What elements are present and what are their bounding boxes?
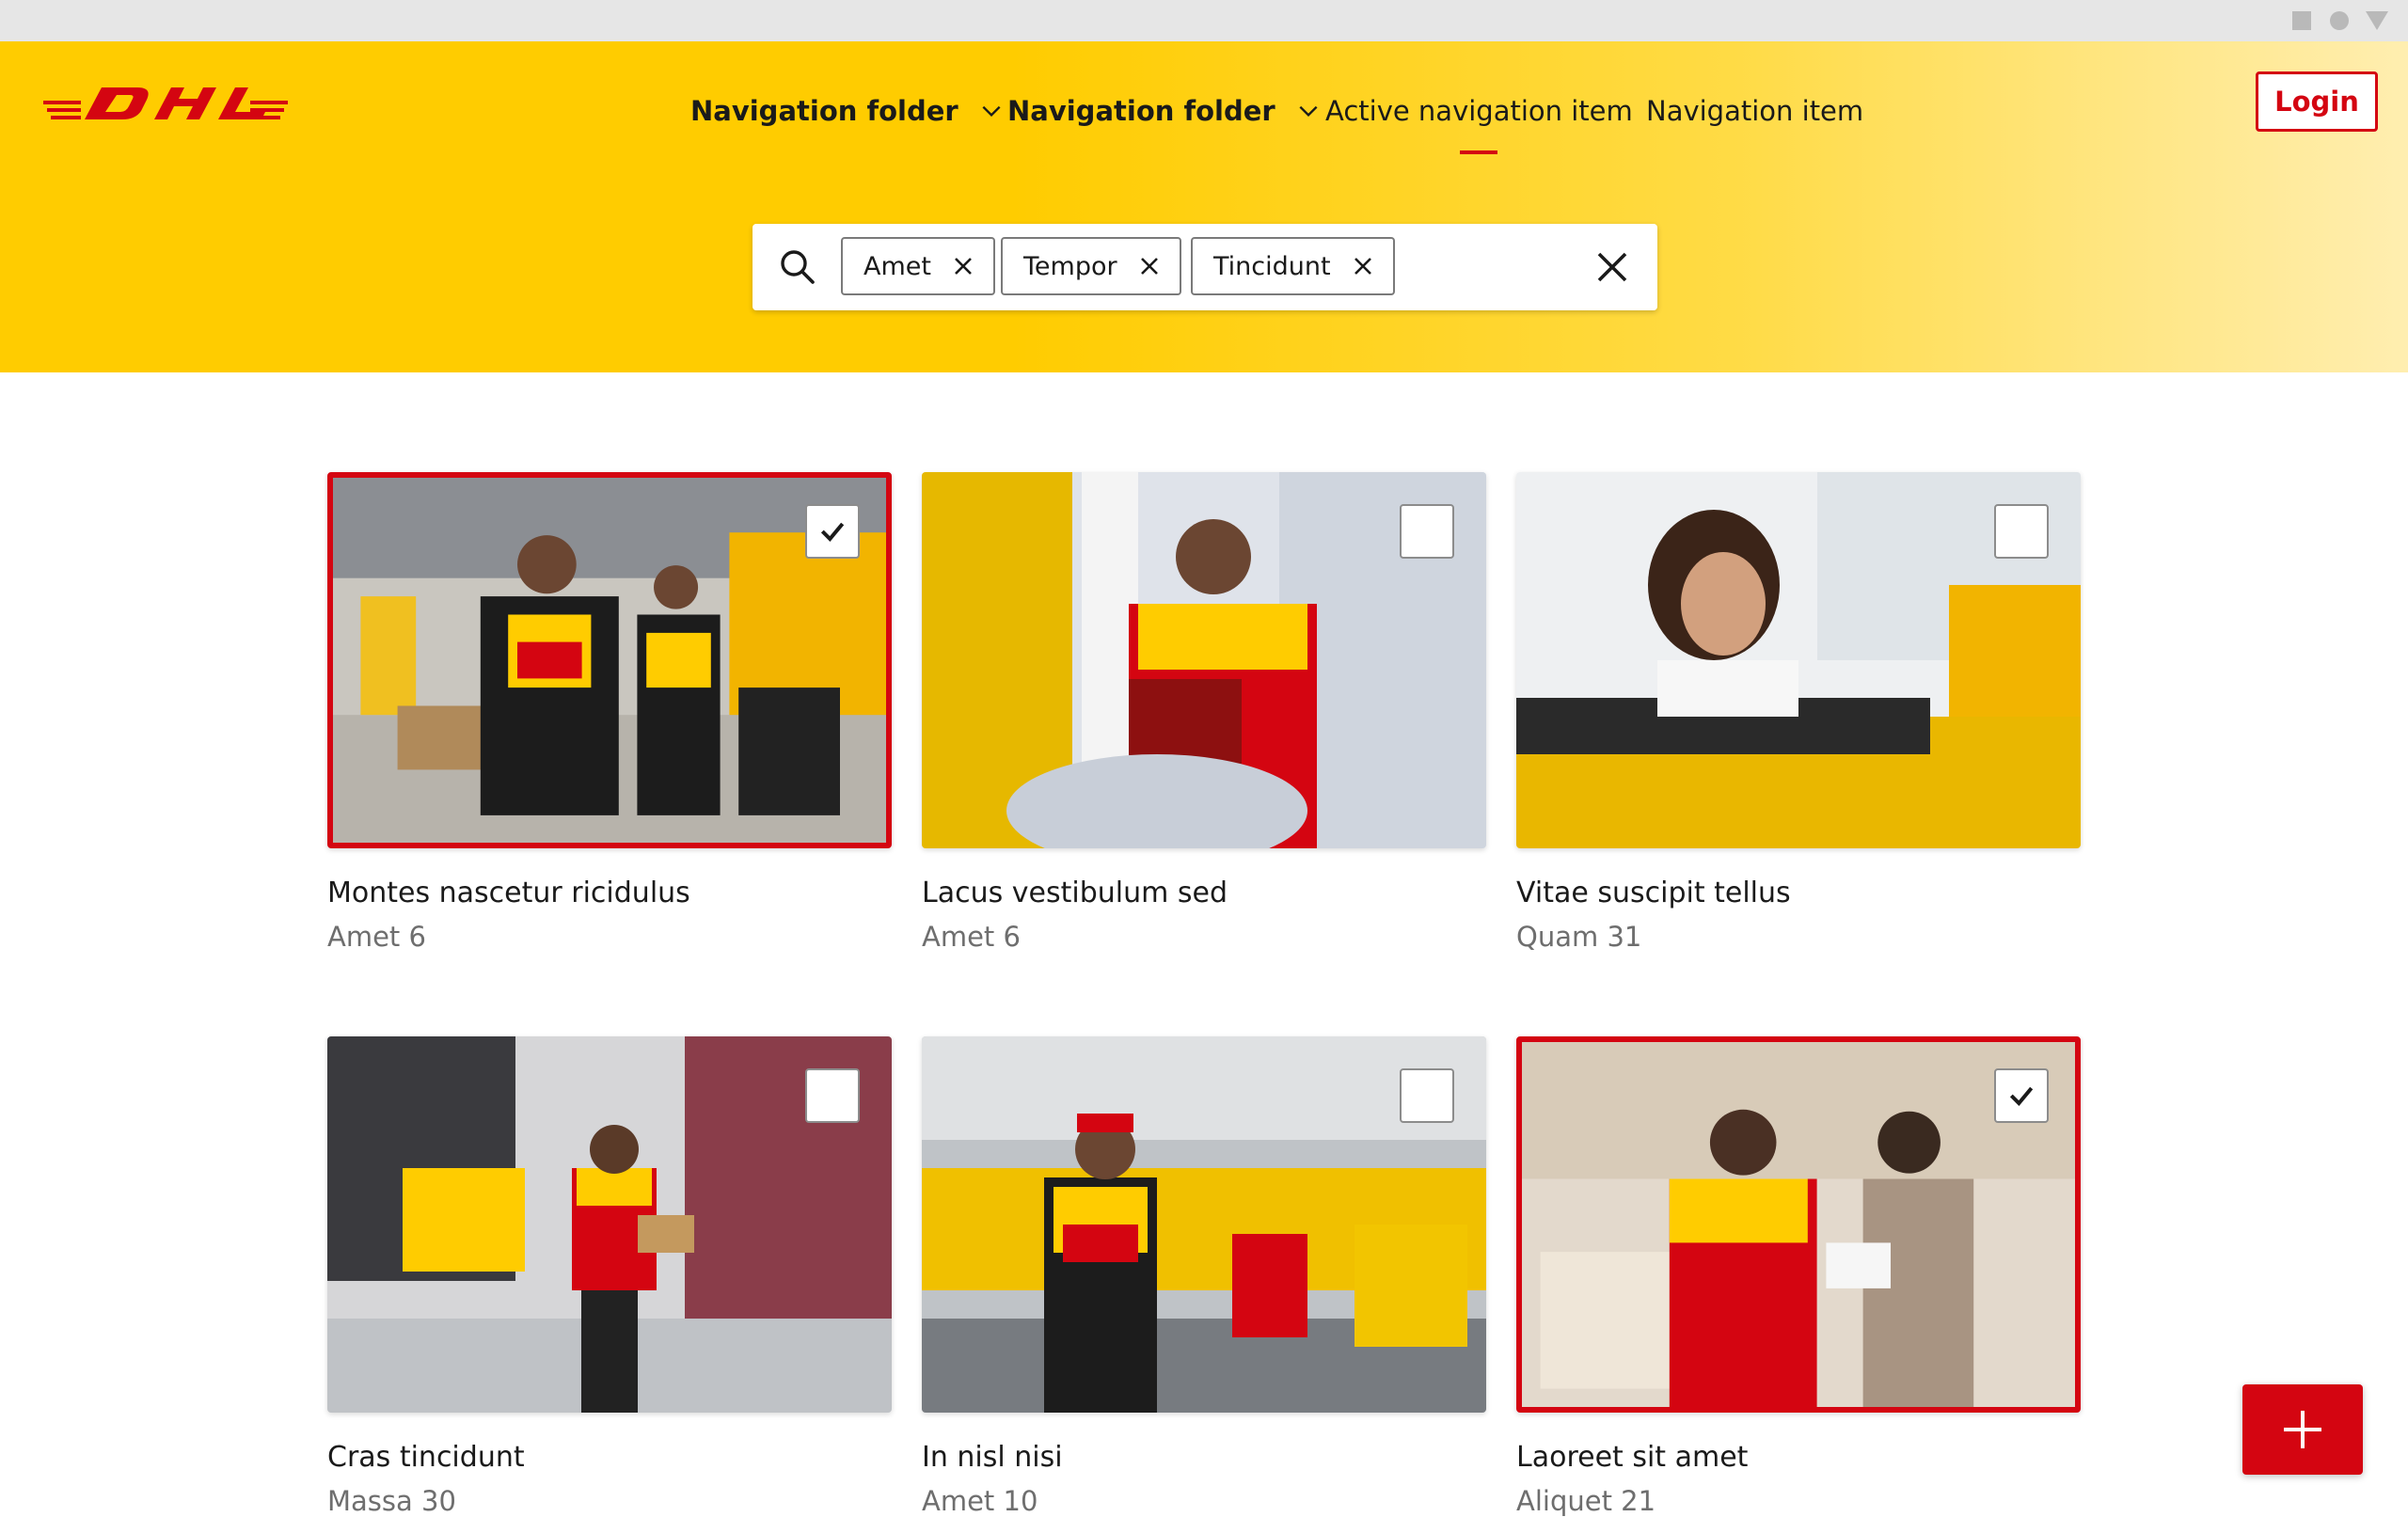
image-card[interactable]: Lacus vestibulum sed Amet 6 [922,472,1486,953]
card-image[interactable] [1516,1036,2081,1413]
card-checkbox[interactable] [805,1068,860,1123]
nav-folder-2[interactable]: Navigation folder [1007,83,1321,139]
clear-search-icon[interactable] [1593,248,1631,286]
card-title: Vitae suscipit tellus [1516,877,1791,909]
card-title: Cras tincidunt [327,1441,525,1474]
warehouse-photo [333,478,886,843]
chevron-down-icon [982,105,1001,118]
card-image[interactable] [327,1036,892,1413]
nav-active-item-label: Active navigation item [1325,95,1633,127]
card-subtitle: Amet 10 [922,1485,1038,1517]
card-checkbox[interactable] [1994,504,2049,559]
card-checkbox[interactable] [805,504,860,559]
shop-delivery-photo [1522,1042,2075,1407]
login-button[interactable]: Login [2256,71,2378,132]
card-checkbox[interactable] [1994,1068,2049,1123]
image-card[interactable]: Vitae suscipit tellus Quam 31 [1516,472,2081,953]
image-card[interactable]: In nisl nisi Amet 10 [922,1036,1486,1517]
nav-folder-1-label: Navigation folder [690,95,958,127]
header: Navigation folder Navigation folder Acti… [0,41,2408,372]
filter-chip-tempor[interactable]: Tempor [1001,237,1181,295]
card-image[interactable] [327,472,892,848]
card-checkbox[interactable] [1400,504,1454,559]
card-checkbox[interactable] [1400,1068,1454,1123]
chip-label: Tincidunt [1213,251,1331,281]
nav-folder-1[interactable]: Navigation folder [690,83,1004,139]
window-maximize-button[interactable] [2292,11,2311,30]
active-indicator [1460,150,1498,154]
image-card[interactable]: Cras tincidunt Massa 30 [327,1036,892,1517]
chip-label: Amet [863,251,931,281]
search-icon [781,250,815,284]
close-icon[interactable] [1352,255,1374,277]
chevron-down-icon [1299,105,1318,118]
card-title: Montes nascetur ricidulus [327,877,690,909]
window-minimize-button[interactable] [2330,11,2349,30]
nav-active-item[interactable]: Active navigation item [1325,83,1633,154]
card-subtitle: Quam 31 [1516,921,1642,953]
card-title: In nisl nisi [922,1441,1063,1474]
chip-label: Tempor [1023,251,1117,281]
card-title: Lacus vestibulum sed [922,877,1228,909]
plus-icon [2284,1411,2321,1448]
filter-chip-tincidunt[interactable]: Tincidunt [1191,237,1395,295]
card-subtitle: Massa 30 [327,1485,456,1517]
check-icon [2009,1086,2034,1106]
card-image[interactable] [922,1036,1486,1413]
close-icon[interactable] [1138,255,1161,277]
card-image[interactable] [1516,472,2081,848]
dhl-logo[interactable] [43,85,288,122]
card-image[interactable] [922,472,1486,848]
card-subtitle: Amet 6 [922,921,1021,953]
card-subtitle: Aliquet 21 [1516,1485,1656,1517]
window-menu-button[interactable] [2366,11,2388,30]
nav-folder-2-label: Navigation folder [1007,95,1275,127]
image-card[interactable]: Laoreet sit amet Aliquet 21 [1516,1036,2081,1517]
window-titlebar [0,0,2408,41]
nav-item[interactable]: Navigation item [1646,83,1863,139]
image-card[interactable]: Montes nascetur ricidulus Amet 6 [327,472,892,953]
card-subtitle: Amet 6 [327,921,426,953]
nav-item-label: Navigation item [1646,95,1864,127]
filter-chip-amet[interactable]: Amet [841,237,995,295]
close-icon[interactable] [952,255,974,277]
card-title: Laoreet sit amet [1516,1441,1749,1474]
check-icon [820,522,845,542]
add-button[interactable] [2242,1384,2363,1475]
